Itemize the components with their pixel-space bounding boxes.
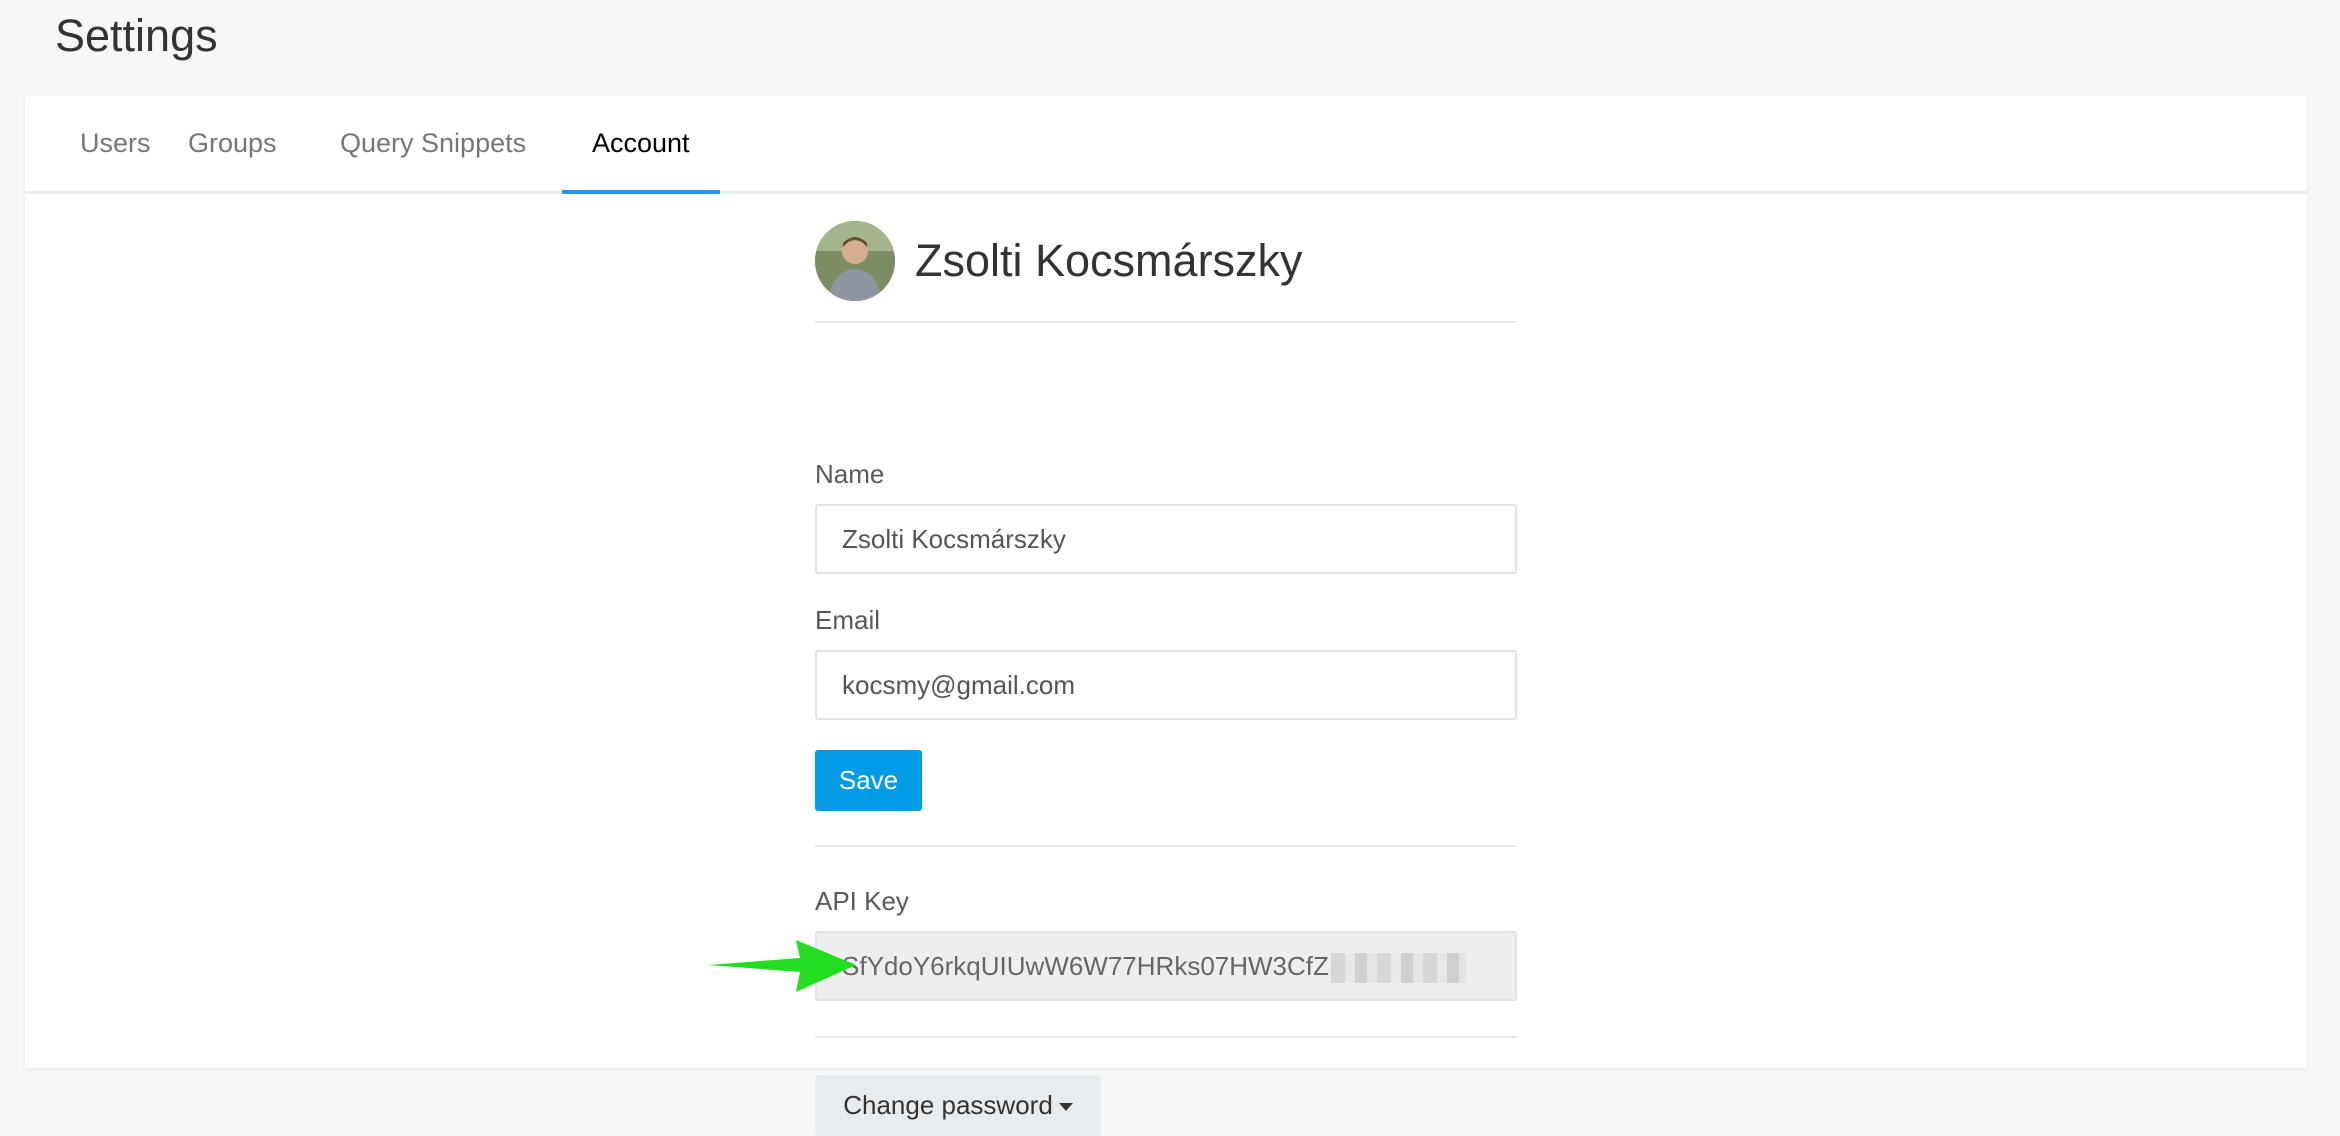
name-field[interactable]	[815, 504, 1517, 574]
green-arrow-icon	[708, 940, 856, 992]
api-key-label: API Key	[815, 886, 909, 916]
divider	[815, 845, 1517, 847]
settings-card: Users Groups Query Snippets Account Zsol…	[25, 96, 2307, 1136]
tab-query-snippets[interactable]: Query Snippets	[310, 96, 556, 191]
profile-name: Zsolti Kocsmárszky	[915, 235, 1303, 286]
account-content: Zsolti Kocsmárszky Name Email Save API K…	[815, 221, 1517, 1136]
redacted-mask	[1330, 953, 1466, 984]
email-label: Email	[815, 605, 881, 635]
api-key-value: SfYdoY6rkqUIUwW6W77HRks07HW3CfZ	[842, 951, 1329, 981]
name-label: Name	[815, 459, 885, 489]
email-field[interactable]	[815, 650, 1517, 720]
settings-tabs: Users Groups Query Snippets Account	[25, 96, 2307, 194]
save-button[interactable]: Save	[815, 750, 922, 811]
tab-groups[interactable]: Groups	[158, 96, 307, 191]
tab-account[interactable]: Account	[562, 96, 720, 194]
profile-header: Zsolti Kocsmárszky	[815, 221, 1517, 323]
api-key-field[interactable]: SfYdoY6rkqUIUwW6W77HRks07HW3CfZ	[815, 931, 1517, 1001]
divider	[815, 1036, 1517, 1038]
change-password-button[interactable]: Change password	[815, 1075, 1101, 1136]
page-title: Settings	[55, 10, 218, 61]
avatar	[815, 221, 895, 301]
caret-down-icon	[1058, 1103, 1073, 1112]
change-password-label: Change password	[843, 1090, 1053, 1120]
